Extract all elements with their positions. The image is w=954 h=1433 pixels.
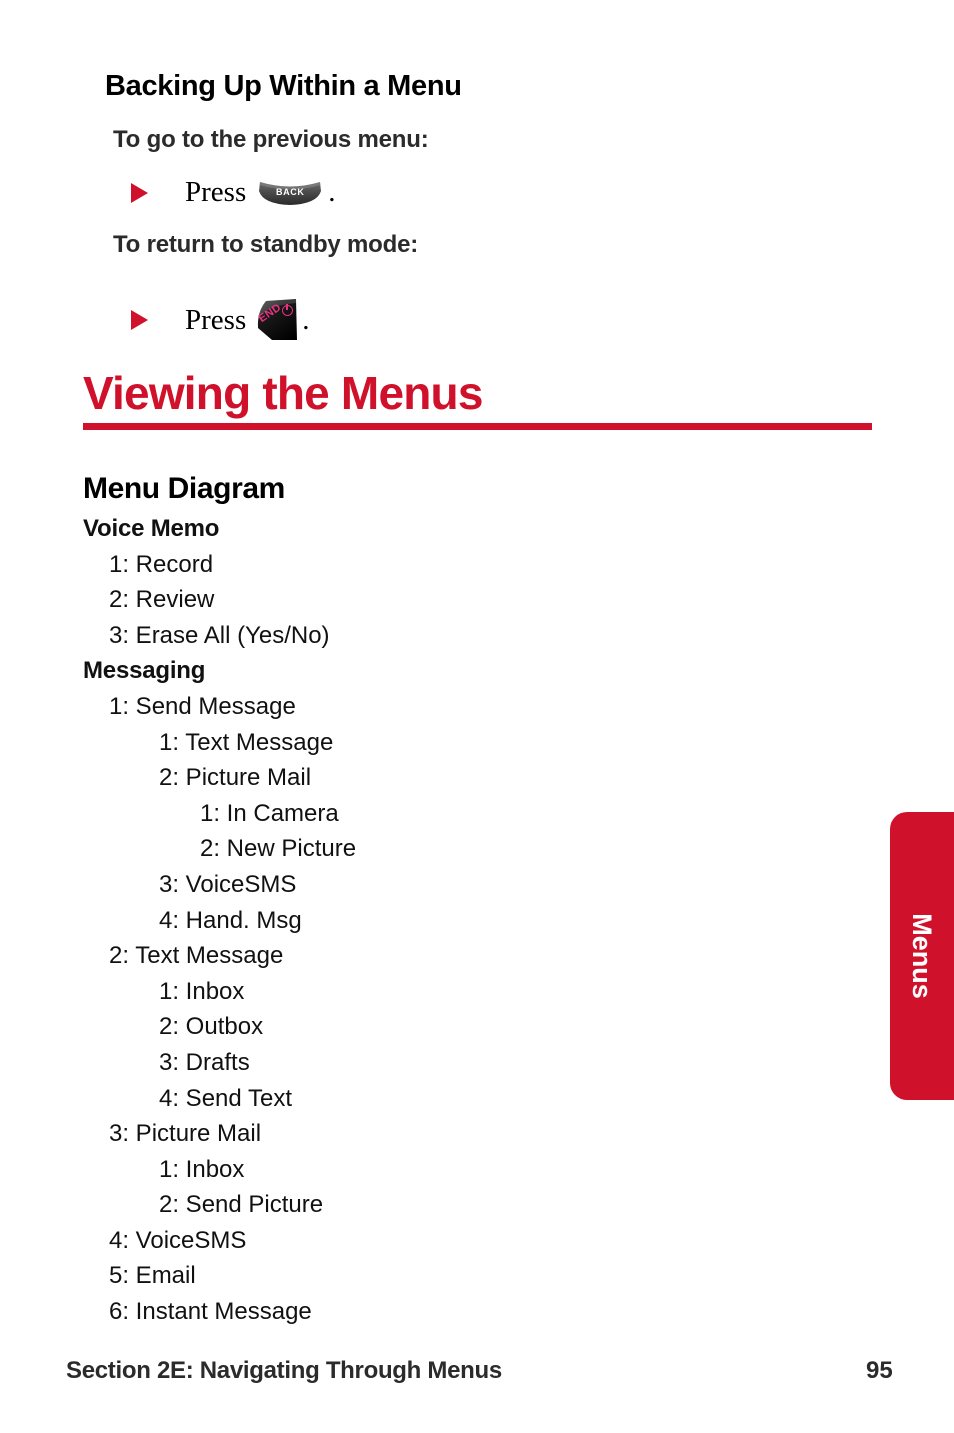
menu-tree: Voice Memo 1: Record 2: Review 3: Erase All… [83, 511, 723, 1330]
menu-item: 1: In Camera [200, 799, 339, 827]
menu-item: 1: Inbox [159, 1155, 245, 1183]
bullet-arrow-icon [131, 182, 148, 203]
page-title: Viewing the Menus [83, 367, 483, 419]
menu-item: 4: Hand. Msg [159, 906, 302, 934]
menu-item: 1: Inbox [159, 977, 245, 1005]
side-tab-label: Menus [907, 913, 937, 999]
menu-item: 5: Email [109, 1262, 196, 1290]
menu-item: 6: Instant Message [109, 1298, 312, 1326]
title-divider [83, 423, 872, 430]
menu-item: 4: Send Text [159, 1084, 292, 1112]
press-label: Press [185, 176, 247, 208]
menu-group-label: Voice Memo [83, 515, 220, 542]
press-label: Press [185, 303, 247, 336]
menu-item: 4: VoiceSMS [109, 1226, 247, 1254]
step-lead-standby-mode: To return to standby mode: [113, 231, 419, 258]
menu-item: 3: VoiceSMS [159, 870, 297, 898]
footer-page-number: 95 [866, 1357, 893, 1384]
menu-item: 2: Send Picture [159, 1191, 324, 1219]
menu-item: 2: Picture Mail [159, 764, 312, 792]
menu-item: 2: Outbox [159, 1013, 264, 1041]
section-heading: Backing Up Within a Menu [105, 70, 462, 102]
side-tab-menus: Menus [890, 812, 954, 1100]
menu-item: 2: Text Message [109, 942, 284, 970]
menu-item: 1: Record [109, 550, 214, 578]
bullet-press-back: Press BACK . [131, 176, 335, 209]
sentence-period: . [302, 303, 310, 336]
footer-section-text: Section 2E: Navigating Through Menus [66, 1357, 502, 1384]
back-key-icon: BACK [258, 179, 322, 206]
menu-item: 1: Text Message [159, 728, 334, 756]
end-key-icon: END [256, 298, 298, 342]
document-page: Backing Up Within a Menu To go to the pr… [0, 0, 954, 1433]
menu-item: 3: Picture Mail [109, 1120, 262, 1148]
menu-item: 2: Review [109, 586, 215, 614]
menu-item: 3: Drafts [159, 1048, 250, 1076]
bullet-press-end: Press END . [131, 298, 309, 342]
menu-item: 2: New Picture [200, 835, 357, 863]
sentence-period: . [328, 176, 336, 208]
menu-group-label: Messaging [83, 657, 206, 685]
bullet-arrow-icon [131, 310, 148, 330]
menu-item: 3: Erase All (Yes/No) [109, 621, 330, 649]
menu-item: 1: Send Message [109, 692, 296, 720]
menu-diagram-heading: Menu Diagram [83, 472, 285, 505]
step-lead-previous-menu: To go to the previous menu: [113, 126, 429, 153]
